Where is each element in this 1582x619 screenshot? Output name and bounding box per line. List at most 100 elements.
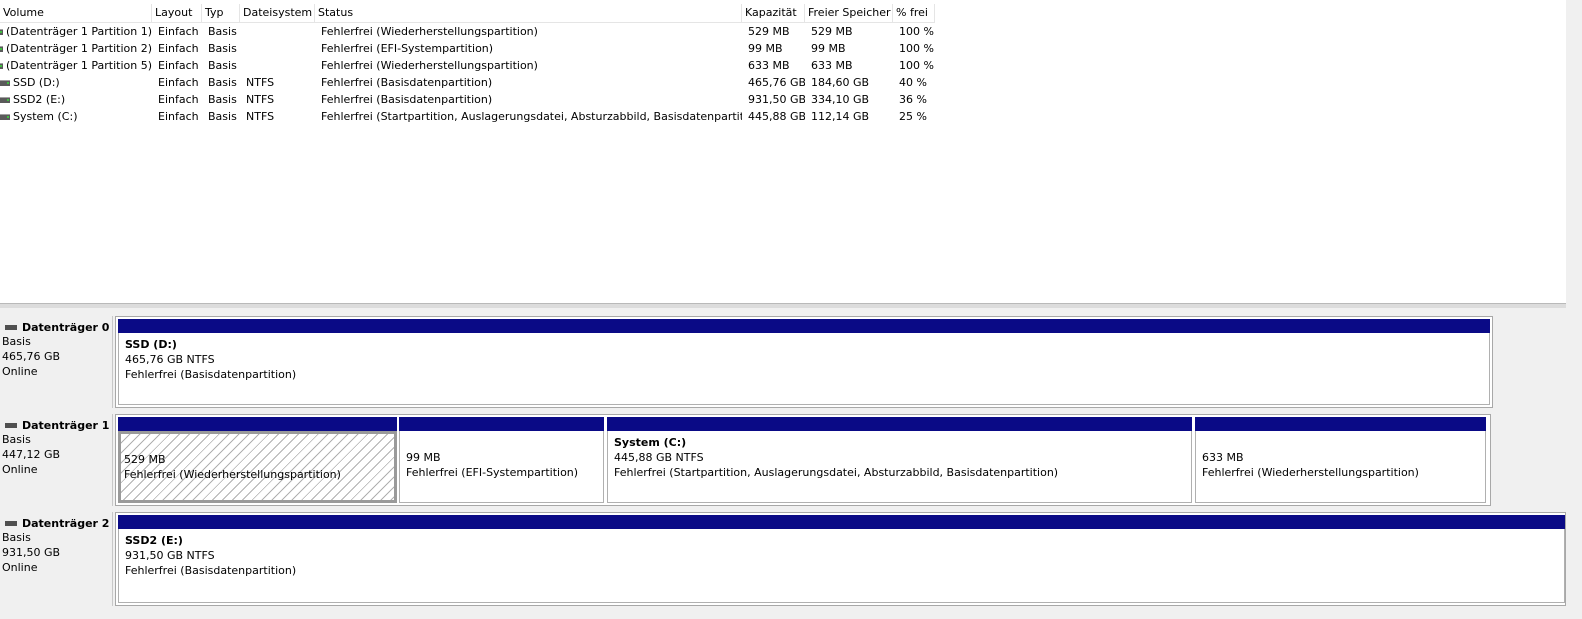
disk-name: Datenträger 1: [22, 418, 110, 432]
volume-cell: NTFS: [246, 110, 275, 123]
disk-row: Datenträger 2 Basis 931,50 GB Online SSD2 (E…: [0, 512, 1566, 606]
disk-icon: [5, 324, 17, 330]
volume-cell: Basis: [208, 93, 237, 106]
disk-label[interactable]: Datenträger 0 Basis 465,76 GB Online: [0, 316, 113, 408]
disk-title: Datenträger 2: [2, 516, 112, 530]
volume-row[interactable]: (Datenträger 1 Partition 2) Einfach Basis F…: [0, 40, 935, 57]
volume-cell: 100 %: [899, 25, 934, 38]
volume-cell: Fehlerfrei (Basisdatenpartition): [321, 93, 493, 106]
volume-cell: 633 MB: [811, 59, 853, 72]
partition-status: Fehlerfrei (Startpartition, Auslagerungs…: [614, 466, 1059, 479]
volume-row[interactable]: SSD (D:) Einfach Basis NTFS Fehlerfrei (Basi…: [0, 74, 935, 91]
volume-icon: [0, 79, 10, 86]
partition-block[interactable]: System (C:) 445,88 GB NTFS Fehlerfrei (Sta…: [607, 417, 1192, 503]
volume-cell: 99 MB: [748, 42, 783, 55]
disk-partition-bar: SSD2 (E:) 931,50 GB NTFS Fehlerfrei (Basis…: [115, 512, 1566, 606]
partition-header-strip: [1195, 417, 1486, 431]
partition-status: Fehlerfrei (Wiederherstellungspartition): [124, 468, 341, 481]
partition-name: [124, 437, 394, 452]
partition-status: Fehlerfrei (Basisdatenpartition): [125, 368, 297, 381]
volume-cell: Einfach: [158, 110, 199, 123]
volume-cell: Fehlerfrei (Basisdatenpartition): [321, 76, 493, 89]
partition-size: 529 MB: [124, 453, 166, 466]
volume-list-rows: (Datenträger 1 Partition 1) Einfach Basis F…: [0, 23, 935, 125]
partition-header-strip: [118, 515, 1565, 529]
partition-block[interactable]: 529 MB Fehlerfrei (Wiederherstellungspart…: [118, 417, 397, 503]
volume-row[interactable]: (Datenträger 1 Partition 1) Einfach Basis F…: [0, 23, 935, 40]
volume-row[interactable]: System (C:) Einfach Basis NTFS Fehlerfrei (S…: [0, 108, 935, 125]
column-header-7[interactable]: % frei: [893, 4, 935, 22]
partition-status: Fehlerfrei (EFI-Systempartition): [406, 466, 579, 479]
column-header-3[interactable]: Dateisystem: [240, 4, 315, 22]
volume-cell: 445,88 GB: [748, 110, 805, 123]
column-header-2[interactable]: Typ: [202, 4, 240, 22]
volume-cell: Fehlerfrei (Wiederherstellungspartition): [321, 25, 538, 38]
disk-label[interactable]: Datenträger 1 Basis 447,12 GB Online: [0, 414, 113, 506]
volume-cell: 112,14 GB: [811, 110, 870, 123]
pane-splitter[interactable]: [0, 303, 1566, 308]
volume-cell: 100 %: [899, 59, 934, 72]
partition-status: Fehlerfrei (Basisdatenpartition): [125, 564, 297, 577]
volume-name: (Datenträger 1 Partition 5): [5, 59, 152, 72]
volume-cell: Basis: [208, 25, 237, 38]
volume-cell: 334,10 GB: [811, 93, 870, 106]
disk-name: Datenträger 0: [22, 320, 110, 334]
volume-cell: Basis: [208, 59, 237, 72]
volume-cell: 99 MB: [811, 42, 846, 55]
column-header-0[interactable]: Volume: [0, 4, 152, 22]
partition-status: Fehlerfrei (Wiederherstellungspartition): [1202, 466, 1419, 479]
volume-cell: (Datenträger 1 Partition 2): [0, 40, 152, 57]
volume-cell: Einfach: [158, 25, 199, 38]
disk-state: Online: [2, 561, 38, 574]
column-header-1[interactable]: Layout: [152, 4, 202, 22]
disk-label[interactable]: Datenträger 2 Basis 931,50 GB Online: [0, 512, 113, 606]
volume-cell: 36 %: [899, 93, 927, 106]
partition-body: 529 MB Fehlerfrei (Wiederherstellungspart…: [118, 431, 397, 503]
disk-size: 447,12 GB: [2, 448, 61, 461]
partition-name: SSD2 (E:): [125, 534, 183, 547]
volume-name: SSD2 (E:): [13, 93, 66, 106]
partition-body: 99 MB Fehlerfrei (EFI-Systempartition): [399, 431, 604, 503]
disk-type: Basis: [2, 433, 31, 446]
disk-icon: [5, 520, 17, 526]
volume-cell: (Datenträger 1 Partition 1): [0, 23, 152, 40]
column-header-5[interactable]: Kapazität: [742, 4, 805, 22]
volume-cell: NTFS: [246, 93, 275, 106]
partition-size: 931,50 GB NTFS: [125, 549, 215, 562]
disk-partition-bar: SSD (D:) 465,76 GB NTFS Fehlerfrei (Basisd…: [115, 316, 1493, 408]
partition-block[interactable]: SSD2 (E:) 931,50 GB NTFS Fehlerfrei (Basis…: [118, 515, 1565, 603]
volume-name: (Datenträger 1 Partition 1): [5, 25, 152, 38]
volume-row[interactable]: SSD2 (E:) Einfach Basis NTFS Fehlerfrei (Bas…: [0, 91, 935, 108]
column-header-6[interactable]: Freier Speicher: [805, 4, 893, 22]
partition-block[interactable]: 633 MB Fehlerfrei (Wiederherstellungspart…: [1195, 417, 1486, 503]
disk-type: Basis: [2, 335, 31, 348]
disk-partition-bar: 529 MB Fehlerfrei (Wiederherstellungspart…: [115, 414, 1491, 506]
volume-cell: 633 MB: [748, 59, 790, 72]
disk-name: Datenträger 2: [22, 516, 110, 530]
volume-row[interactable]: (Datenträger 1 Partition 5) Einfach Basis F…: [0, 57, 935, 74]
partition-name: SSD (D:): [125, 338, 177, 351]
disk-state: Online: [2, 365, 38, 378]
right-edge: [1566, 0, 1582, 619]
column-header-4[interactable]: Status: [315, 4, 742, 22]
volume-name: (Datenträger 1 Partition 2): [5, 42, 152, 55]
volume-cell: 529 MB: [811, 25, 853, 38]
disk-title: Datenträger 0: [2, 320, 112, 334]
partition-body: 633 MB Fehlerfrei (Wiederherstellungspart…: [1195, 431, 1486, 503]
volume-cell: Einfach: [158, 59, 199, 72]
volume-cell: [240, 57, 315, 74]
volume-cell: 529 MB: [748, 25, 790, 38]
partition-block[interactable]: 99 MB Fehlerfrei (EFI-Systempartition): [399, 417, 604, 503]
disk-size: 465,76 GB: [2, 350, 61, 363]
volume-icon: [0, 28, 3, 35]
volume-cell: Einfach: [158, 93, 199, 106]
volume-name: System (C:): [13, 110, 78, 123]
partition-body: System (C:) 445,88 GB NTFS Fehlerfrei (Sta…: [607, 431, 1192, 503]
partition-size: 445,88 GB NTFS: [614, 451, 704, 464]
partition-body: SSD (D:) 465,76 GB NTFS Fehlerfrei (Basisd…: [118, 333, 1490, 405]
partition-name: [406, 435, 603, 450]
volume-list-pane: Volume Layout Typ Dateisystem Status Kapazitä…: [0, 0, 1582, 303]
partition-size: 99 MB: [406, 451, 441, 464]
partition-block[interactable]: SSD (D:) 465,76 GB NTFS Fehlerfrei (Basisd…: [118, 319, 1490, 405]
volume-cell: SSD2 (E:): [0, 91, 152, 108]
